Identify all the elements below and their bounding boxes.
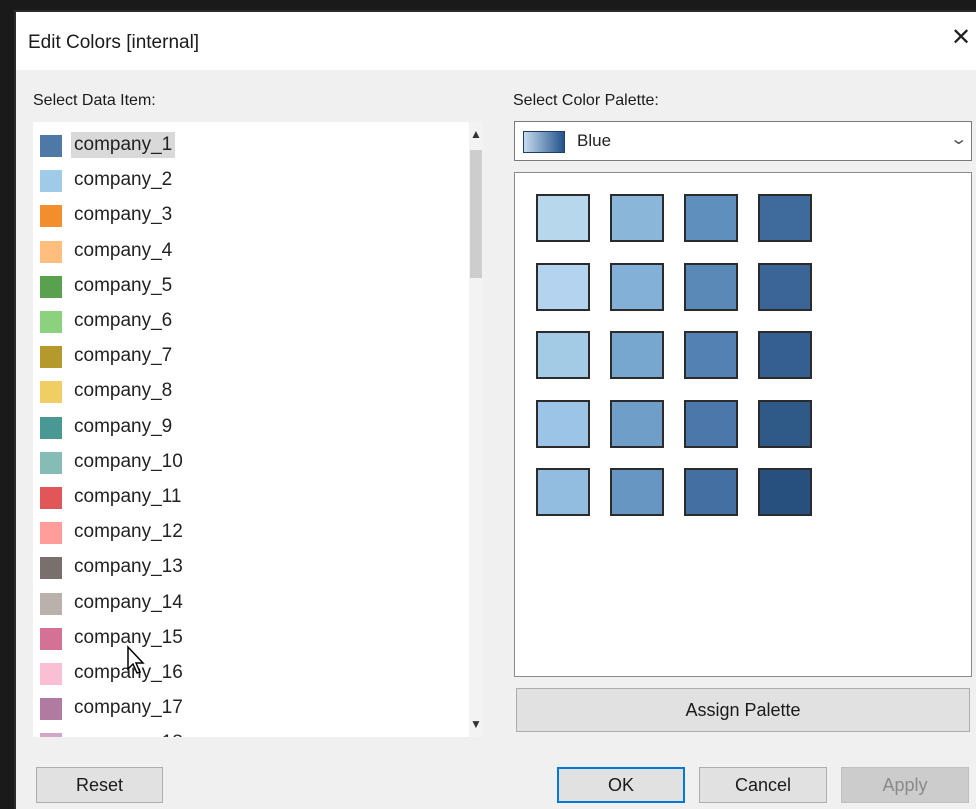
- list-scrollbar[interactable]: ▲ ▼: [469, 122, 483, 737]
- palette-swatch[interactable]: [758, 194, 812, 242]
- color-swatch: [40, 311, 62, 333]
- scroll-up-icon[interactable]: ▲: [469, 124, 483, 144]
- list-item-label: company_5: [74, 274, 173, 296]
- list-item[interactable]: company_1: [33, 130, 463, 162]
- list-item[interactable]: company_15: [33, 623, 463, 655]
- color-swatch: [40, 592, 62, 615]
- list-item-label: company_13: [74, 556, 183, 578]
- palette-swatch[interactable]: [758, 468, 812, 516]
- palette-dropdown[interactable]: Blue ⌄: [514, 121, 972, 161]
- data-item-list[interactable]: company_1 company_2 company_3 company_4comp…: [33, 122, 483, 737]
- palette-swatch[interactable]: [684, 194, 738, 242]
- color-swatch: [40, 733, 62, 737]
- list-item[interactable]: company_18: [33, 728, 463, 737]
- list-item[interactable]: company_11: [33, 482, 463, 514]
- color-swatch: [40, 346, 62, 369]
- list-item-label: company_3: [74, 204, 173, 226]
- color-swatch: [40, 557, 62, 580]
- color-swatch: [40, 275, 62, 298]
- list-item-label: company_2: [74, 169, 173, 191]
- palette-swatch[interactable]: [684, 331, 738, 379]
- mouse-cursor-icon: [127, 645, 145, 674]
- color-swatch: [40, 135, 62, 157]
- list-item[interactable]: company_10: [33, 447, 463, 479]
- color-swatch: [40, 416, 62, 439]
- color-swatch: [40, 663, 62, 685]
- scroll-thumb[interactable]: [470, 150, 482, 278]
- color-swatch: [40, 170, 62, 193]
- scroll-down-icon[interactable]: ▼: [469, 714, 483, 734]
- palette-swatch[interactable]: [536, 468, 590, 516]
- list-item[interactable]: company_8: [33, 376, 463, 408]
- list-item[interactable]: company_5: [33, 271, 463, 303]
- palette-swatch[interactable]: [610, 399, 664, 448]
- palette-swatch[interactable]: [610, 331, 664, 379]
- list-item[interactable]: company_12: [33, 517, 463, 549]
- palette-swatch[interactable]: [684, 262, 738, 311]
- color-swatch: [40, 627, 62, 650]
- palette-swatch[interactable]: [536, 399, 590, 448]
- list-item-label: company_6: [74, 310, 173, 331]
- list-item[interactable]: company_7: [33, 341, 463, 373]
- palette-swatch[interactable]: [610, 468, 664, 516]
- palette-swatch[interactable]: [536, 331, 590, 379]
- list-item-label: company_11: [74, 486, 182, 507]
- list-item[interactable]: company_3: [33, 200, 463, 232]
- palette-swatch[interactable]: [758, 262, 812, 311]
- ok-button[interactable]: OK: [557, 767, 685, 803]
- palette-swatch[interactable]: [610, 262, 664, 311]
- cancel-button[interactable]: Cancel: [699, 767, 827, 803]
- list-item[interactable]: company_17: [33, 693, 463, 725]
- chevron-down-icon: ⌄: [948, 131, 968, 148]
- close-icon[interactable]: ✕: [948, 26, 974, 52]
- select-color-palette-label: Select Color Palette:: [513, 92, 659, 109]
- list-item[interactable]: company_6: [33, 306, 463, 338]
- list-item[interactable]: company_2: [33, 165, 463, 197]
- palette-swatch[interactable]: [610, 194, 664, 242]
- color-swatch: [40, 381, 62, 404]
- color-swatch: [40, 451, 62, 474]
- list-item-label: company_9: [74, 415, 173, 437]
- list-item-label: company_17: [74, 697, 183, 719]
- color-swatch: [40, 240, 62, 263]
- palette-swatch[interactable]: [758, 399, 812, 448]
- list-item[interactable]: company_16: [33, 658, 463, 690]
- apply-button[interactable]: Apply: [841, 767, 969, 803]
- list-item-label: company_10: [74, 450, 183, 472]
- edit-colors-dialog: Edit Colors [internal] ✕ Select Data Ite…: [14, 10, 976, 809]
- select-data-item-label: Select Data Item:: [33, 92, 156, 109]
- palette-swatch-grid: [514, 172, 972, 677]
- list-item-label: company_14: [74, 591, 183, 613]
- palette-gradient-preview: [523, 131, 565, 153]
- palette-selected-value: Blue: [577, 131, 612, 150]
- list-item-label: company_18: [71, 730, 186, 737]
- list-item-label: company_4: [74, 239, 173, 261]
- list-item[interactable]: company_13: [33, 552, 463, 584]
- list-item-label: company_12: [74, 521, 183, 543]
- dialog-title: Edit Colors [internal]: [28, 32, 200, 53]
- color-swatch: [40, 522, 62, 545]
- color-swatch: [40, 205, 62, 228]
- list-item-label: company_7: [74, 345, 173, 367]
- list-item[interactable]: company_14: [33, 588, 463, 620]
- palette-swatch[interactable]: [536, 262, 590, 311]
- palette-swatch[interactable]: [684, 399, 738, 448]
- color-swatch: [40, 487, 62, 509]
- palette-swatch[interactable]: [684, 468, 738, 516]
- color-swatch: [40, 698, 62, 721]
- list-item-label: company_8: [74, 380, 173, 402]
- palette-swatch[interactable]: [758, 331, 812, 379]
- list-item-label: company_1: [71, 132, 176, 158]
- list-item[interactable]: company_4: [33, 236, 463, 268]
- assign-palette-button[interactable]: Assign Palette: [516, 688, 970, 732]
- list-item[interactable]: company_9: [33, 412, 463, 444]
- palette-swatch[interactable]: [536, 194, 590, 242]
- title-bar: Edit Colors [internal] ✕: [16, 12, 976, 70]
- reset-button[interactable]: Reset: [36, 767, 163, 803]
